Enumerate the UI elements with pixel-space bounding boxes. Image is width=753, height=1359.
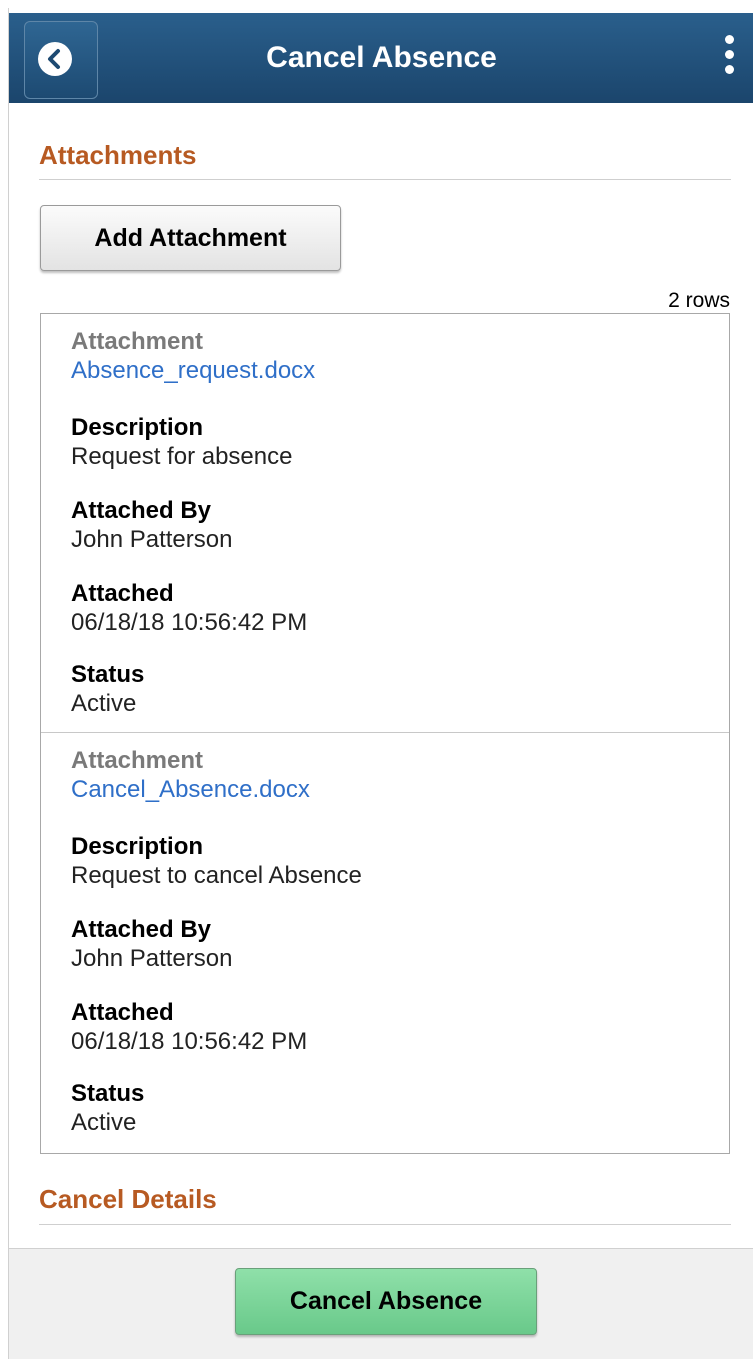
description-label: Description <box>71 414 204 441</box>
status-label: Status <box>71 661 145 688</box>
row-count: 2 rows <box>668 289 730 312</box>
description-label: Description <box>71 833 204 860</box>
page-title: Cancel Absence <box>266 41 497 74</box>
status-label: Status <box>71 1080 145 1107</box>
page-frame: Cancel Absence Attachments Add Attachmen… <box>8 8 753 1359</box>
description-value: Request to cancel Absence <box>71 862 362 889</box>
attached-by-field: Attached By John Patterson <box>71 916 232 974</box>
attached-value: 06/18/18 10:56:42 PM <box>71 1028 308 1055</box>
attachment-label: Attachment <box>71 747 204 774</box>
header-bar: Cancel Absence <box>9 13 753 103</box>
status-value: Active <box>71 690 137 717</box>
attached-by-label: Attached By <box>71 916 212 943</box>
description-value: Request for absence <box>71 443 293 470</box>
footer-bar: Cancel Absence <box>9 1248 753 1359</box>
add-attachment-button[interactable]: Add Attachment <box>40 205 341 271</box>
attachment-file-link[interactable]: Cancel_Absence.docx <box>71 776 310 803</box>
attached-by-field: Attached By John Patterson <box>71 497 232 555</box>
attachments-grid: Attachment Absence_request.docx Descript… <box>40 313 730 1154</box>
attached-field: Attached 06/18/18 10:56:42 PM <box>71 580 307 638</box>
attached-by-value: John Patterson <box>71 526 233 553</box>
kebab-menu-icon[interactable] <box>722 35 736 85</box>
cancel-absence-button[interactable]: Cancel Absence <box>235 1268 537 1335</box>
status-field: Status Active <box>71 1080 144 1138</box>
attachment-row: Attachment Cancel_Absence.docx Descripti… <box>41 732 729 1153</box>
attachment-label: Attachment <box>71 328 204 355</box>
description-field: Description Request to cancel Absence <box>71 833 362 891</box>
attachments-section-title: Attachments <box>39 140 197 170</box>
status-field: Status Active <box>71 661 144 719</box>
attachment-field: Attachment Absence_request.docx <box>71 328 315 386</box>
attached-by-label: Attached By <box>71 497 212 524</box>
description-field: Description Request for absence <box>71 414 292 472</box>
attachment-file-link[interactable]: Absence_request.docx <box>71 357 315 384</box>
status-value: Active <box>71 1109 137 1136</box>
attached-label: Attached <box>71 999 174 1026</box>
attached-label: Attached <box>71 580 174 607</box>
attachment-row: Attachment Absence_request.docx Descript… <box>41 314 729 732</box>
attached-field: Attached 06/18/18 10:56:42 PM <box>71 999 307 1057</box>
attached-by-value: John Patterson <box>71 945 233 972</box>
section-divider <box>39 179 731 180</box>
section-divider <box>39 1224 731 1225</box>
attachment-field: Attachment Cancel_Absence.docx <box>71 747 310 805</box>
cancel-details-section-title: Cancel Details <box>39 1184 217 1214</box>
attached-value: 06/18/18 10:56:42 PM <box>71 609 308 636</box>
